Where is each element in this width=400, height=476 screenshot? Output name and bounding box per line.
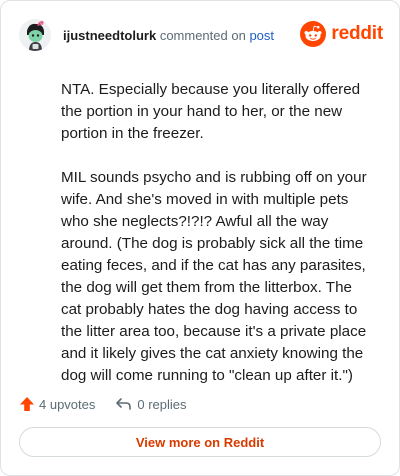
comment-paragraph: NTA. Especially because you literally of… — [61, 81, 361, 142]
snoo-avatar-icon — [19, 19, 51, 51]
user-avatar[interactable] — [19, 19, 51, 51]
reply-arrow-icon — [116, 398, 132, 410]
reply-count: 0 replies — [137, 396, 187, 412]
reddit-logo[interactable]: reddit — [300, 21, 383, 47]
embedded-comment-card: ijustneedtolurk commented on post reddit… — [0, 0, 400, 476]
commented-on-text: commented on — [159, 28, 246, 43]
reddit-wordmark: reddit — [331, 23, 383, 44]
reddit-logo-icon — [300, 21, 327, 47]
post-link[interactable]: post — [249, 28, 274, 43]
upvote-count: 4 upvotes — [39, 396, 96, 412]
upvote-arrow-icon — [20, 397, 34, 411]
username-link[interactable]: ijustneedtolurk — [63, 28, 156, 43]
comment-paragraph: MIL sounds psycho and is rubbing off on … — [61, 169, 367, 384]
comment-actions: 4 upvotes 0 replies — [19, 394, 187, 414]
replies-button[interactable]: 0 replies — [115, 396, 187, 412]
comment-body: NTA. Especially because you literally of… — [61, 79, 371, 409]
comment-header: ijustneedtolurk commented on post reddit — [19, 19, 383, 51]
view-more-button[interactable]: View more on Reddit — [19, 427, 381, 457]
upvote-button[interactable]: 4 upvotes — [19, 396, 95, 412]
comment-byline: ijustneedtolurk commented on post — [63, 28, 274, 43]
